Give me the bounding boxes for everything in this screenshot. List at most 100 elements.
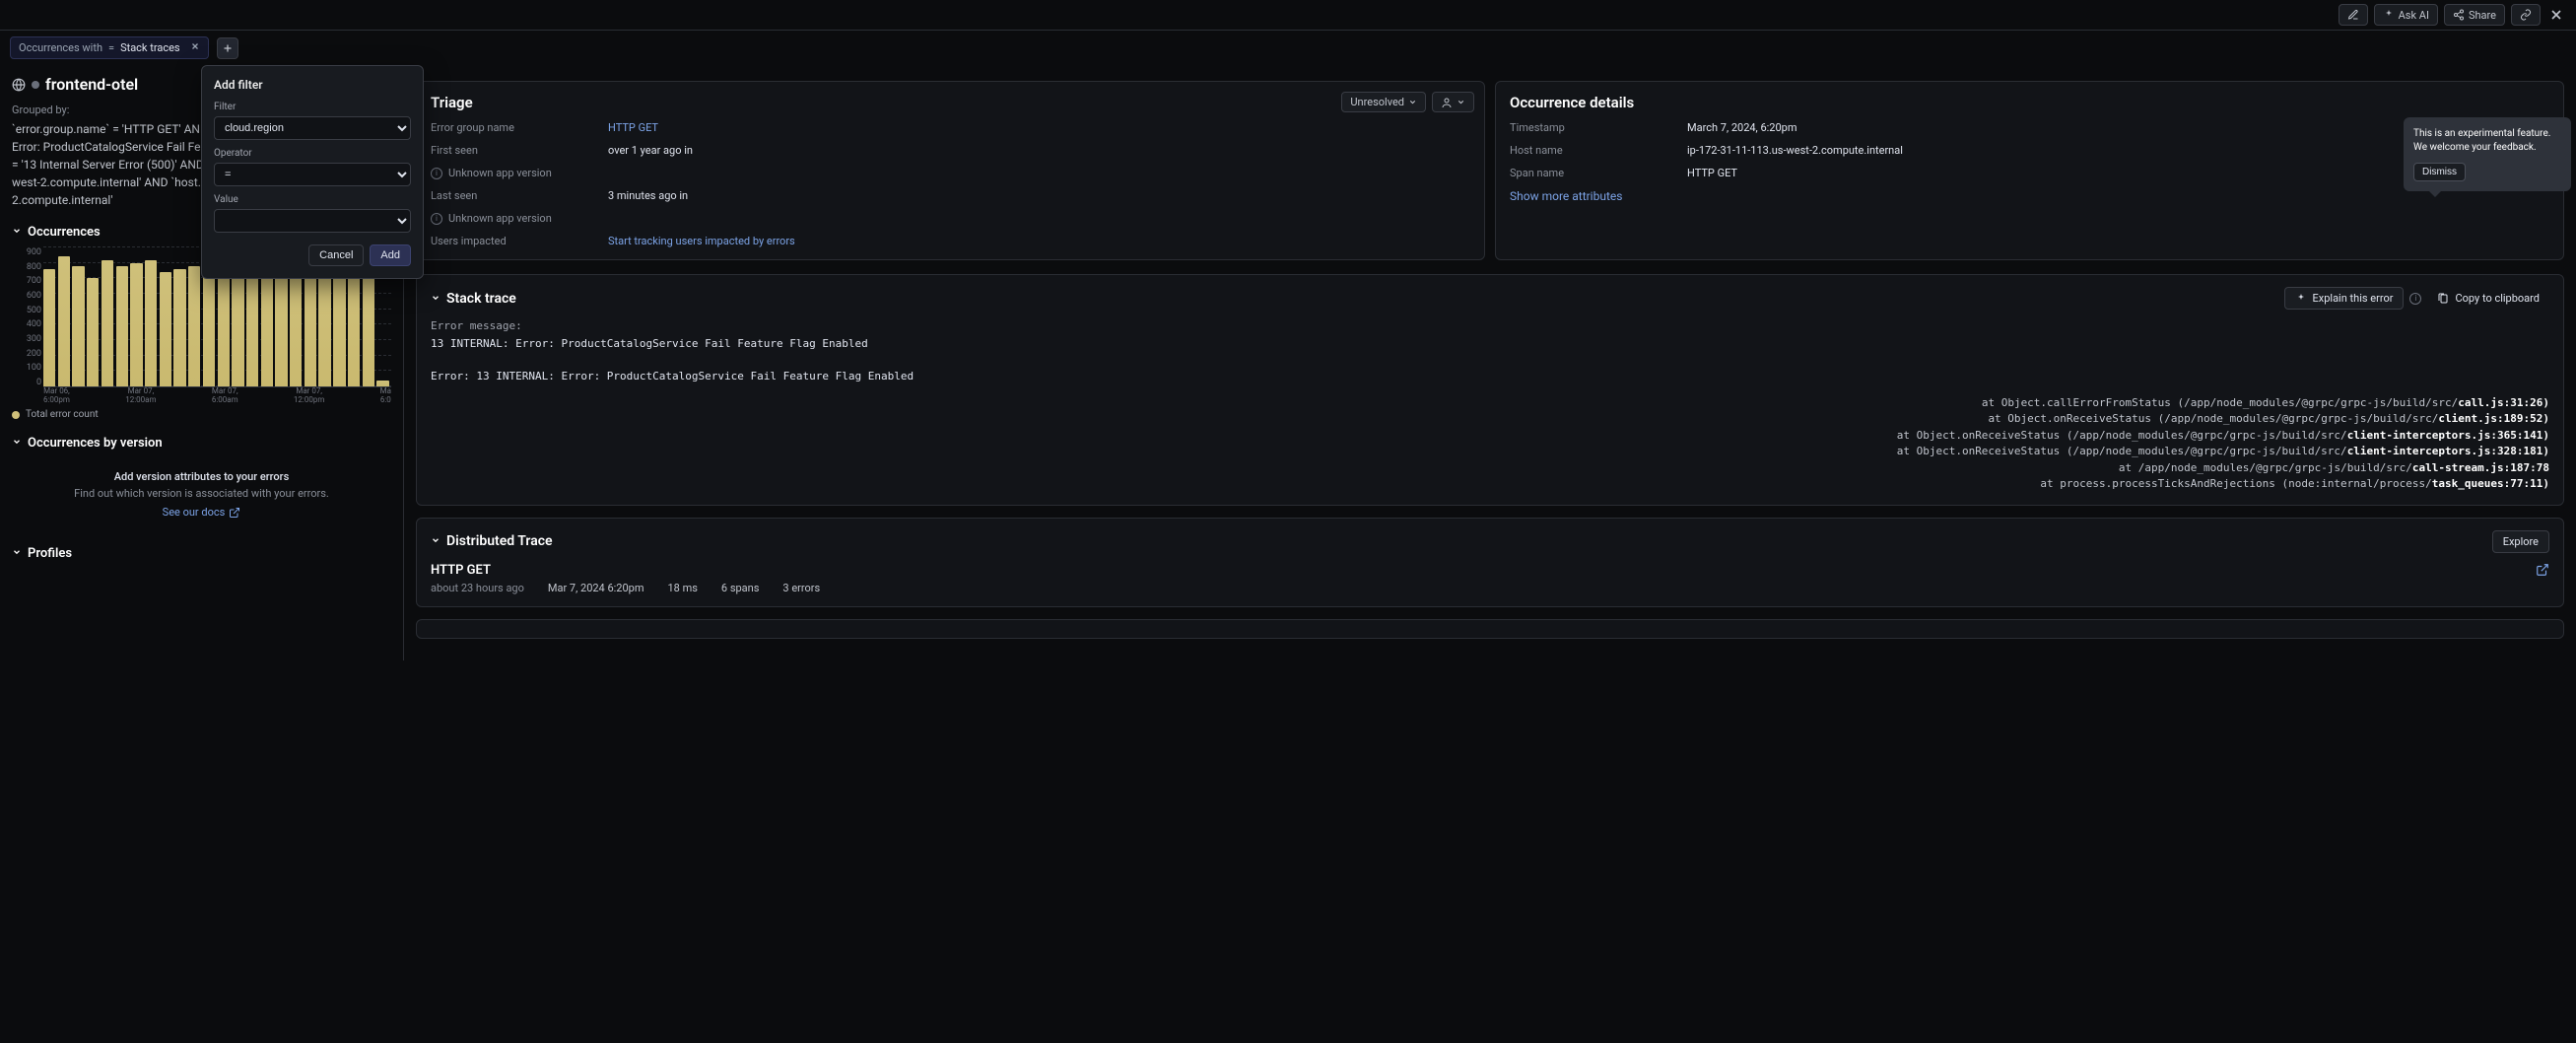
x-tick: Mar 07,6:00am bbox=[212, 387, 238, 405]
close-button[interactable] bbox=[2546, 4, 2566, 26]
trace-ago: about 23 hours ago bbox=[431, 582, 524, 594]
stack-frame: at Object.onReceiveStatus (/app/node_mod… bbox=[431, 444, 2549, 460]
chart-bar bbox=[130, 263, 142, 386]
chart-bar bbox=[72, 266, 84, 386]
tooltip-dismiss-button[interactable]: Dismiss bbox=[2413, 163, 2466, 181]
stack-frame: at /app/node_modules/@grpc/grpc-js/build… bbox=[431, 460, 2549, 477]
filter-field-select[interactable]: cloud.region bbox=[214, 116, 411, 140]
filter-field-label: Filter bbox=[214, 102, 411, 112]
value-label: Value bbox=[214, 194, 411, 205]
globe-icon bbox=[12, 78, 26, 92]
chart-bar bbox=[275, 266, 287, 386]
error-message-line: Error: 13 INTERNAL: Error: ProductCatalo… bbox=[431, 369, 2549, 385]
cancel-button[interactable]: Cancel bbox=[308, 244, 364, 266]
chart-bar bbox=[318, 272, 330, 386]
version-empty-body: Find out which version is associated wit… bbox=[12, 487, 391, 500]
y-tick: 800 bbox=[12, 262, 41, 272]
info-icon[interactable]: i bbox=[2409, 293, 2421, 305]
stacktrace-block: Stack trace Explain this error i bbox=[416, 274, 2564, 506]
add-button[interactable]: Add bbox=[370, 244, 411, 266]
filter-chip[interactable]: Occurrences with = Stack traces bbox=[10, 36, 209, 59]
popover-title: Add filter bbox=[214, 78, 411, 92]
profiles-header[interactable]: Profiles bbox=[12, 546, 391, 561]
kv-value[interactable]: HTTP GET bbox=[608, 121, 1470, 134]
trace-timestamp: Mar 7, 2024 6:20pm bbox=[548, 582, 644, 594]
occ-by-version-header[interactable]: Occurrences by version bbox=[12, 436, 391, 451]
collapsed-section bbox=[416, 619, 2564, 639]
stack-frame: at Object.onReceiveStatus (/app/node_mod… bbox=[431, 411, 2549, 428]
filter-op: = bbox=[108, 41, 114, 54]
filter-value: Stack traces bbox=[120, 41, 180, 54]
stack-frame: at process.processTicksAndRejections (no… bbox=[431, 476, 2549, 493]
y-tick: 500 bbox=[12, 306, 41, 315]
operator-label: Operator bbox=[214, 148, 411, 159]
chart-bar bbox=[173, 269, 185, 386]
close-icon bbox=[2548, 7, 2564, 23]
edit-button[interactable] bbox=[2339, 4, 2368, 26]
add-filter-button[interactable] bbox=[217, 37, 238, 59]
chart-bar bbox=[87, 278, 99, 386]
share-label: Share bbox=[2469, 9, 2496, 22]
link-button[interactable] bbox=[2511, 4, 2541, 26]
profiles-title: Profiles bbox=[28, 546, 72, 561]
kv-label: First seen bbox=[431, 144, 588, 157]
chart-bar bbox=[160, 272, 171, 386]
chevron-down-icon bbox=[12, 225, 22, 240]
feature-tooltip: This is an experimental feature. We welc… bbox=[2404, 117, 2571, 191]
kv-label: iUnknown app version bbox=[431, 212, 588, 225]
y-tick: 300 bbox=[12, 334, 41, 344]
info-icon: i bbox=[431, 213, 442, 225]
docs-link[interactable]: See our docs bbox=[163, 506, 241, 519]
trace-header[interactable]: Distributed Trace bbox=[431, 533, 553, 549]
chart-bar bbox=[246, 278, 258, 386]
kv-value: over 1 year ago in bbox=[608, 144, 1470, 157]
trace-spans: 6 spans bbox=[721, 582, 760, 594]
x-tick: Mar 07,12:00am bbox=[125, 387, 156, 405]
chart-bar bbox=[43, 269, 55, 386]
chart-bar bbox=[188, 266, 200, 386]
occurrences-title: Occurrences bbox=[28, 225, 101, 240]
clipboard-icon bbox=[2437, 293, 2449, 305]
ask-ai-button[interactable]: Ask AI bbox=[2374, 4, 2438, 26]
service-name: frontend-otel bbox=[45, 75, 138, 94]
kv-label: Error group name bbox=[431, 121, 588, 134]
kv-label: Host name bbox=[1510, 144, 1667, 157]
external-link-icon[interactable] bbox=[2536, 563, 2549, 577]
share-button[interactable]: Share bbox=[2444, 4, 2505, 26]
status-select[interactable]: Unresolved bbox=[1341, 92, 1426, 112]
show-more-attributes[interactable]: Show more attributes bbox=[1510, 189, 1622, 203]
pencil-icon bbox=[2347, 9, 2359, 21]
explore-button[interactable]: Explore bbox=[2492, 530, 2549, 553]
trace-errors: 3 errors bbox=[782, 582, 820, 594]
operator-select[interactable]: = bbox=[214, 163, 411, 186]
stack-frame: at Object.callErrorFromStatus (/app/node… bbox=[431, 395, 2549, 412]
y-tick: 400 bbox=[12, 319, 41, 329]
filter-chip-remove[interactable] bbox=[190, 41, 200, 54]
sparkle-icon bbox=[2383, 9, 2395, 21]
y-tick: 900 bbox=[12, 247, 41, 257]
chart-bar bbox=[348, 266, 360, 386]
assign-user-button[interactable] bbox=[1432, 92, 1474, 112]
kv-value bbox=[608, 212, 1470, 225]
legend-label: Total error count bbox=[26, 409, 99, 420]
y-tick: 200 bbox=[12, 349, 41, 359]
explain-error-button[interactable]: Explain this error bbox=[2284, 287, 2405, 310]
chart-bar bbox=[218, 263, 230, 386]
share-icon bbox=[2453, 9, 2465, 21]
link-icon bbox=[2520, 9, 2532, 21]
kv-value[interactable]: Start tracking users impacted by errors bbox=[608, 235, 1470, 247]
occ-by-version-title: Occurrences by version bbox=[28, 436, 163, 451]
y-tick: 100 bbox=[12, 363, 41, 373]
kv-value: 3 minutes ago in bbox=[608, 189, 1470, 202]
chart-bar bbox=[363, 278, 374, 386]
copy-clipboard-button[interactable]: Copy to clipboard bbox=[2427, 288, 2549, 309]
value-select[interactable] bbox=[214, 209, 411, 233]
stacktrace-header[interactable]: Stack trace bbox=[431, 291, 516, 307]
chevron-down-icon bbox=[12, 436, 22, 451]
x-tick: Mar 07,12:00pm bbox=[294, 387, 324, 405]
add-filter-popover: Add filter Filter cloud.region Operator … bbox=[201, 65, 424, 279]
info-icon: i bbox=[431, 168, 442, 179]
chart-bar bbox=[305, 263, 316, 386]
error-message-line: 13 INTERNAL: Error: ProductCatalogServic… bbox=[431, 336, 2549, 353]
chart-bar bbox=[376, 381, 388, 386]
